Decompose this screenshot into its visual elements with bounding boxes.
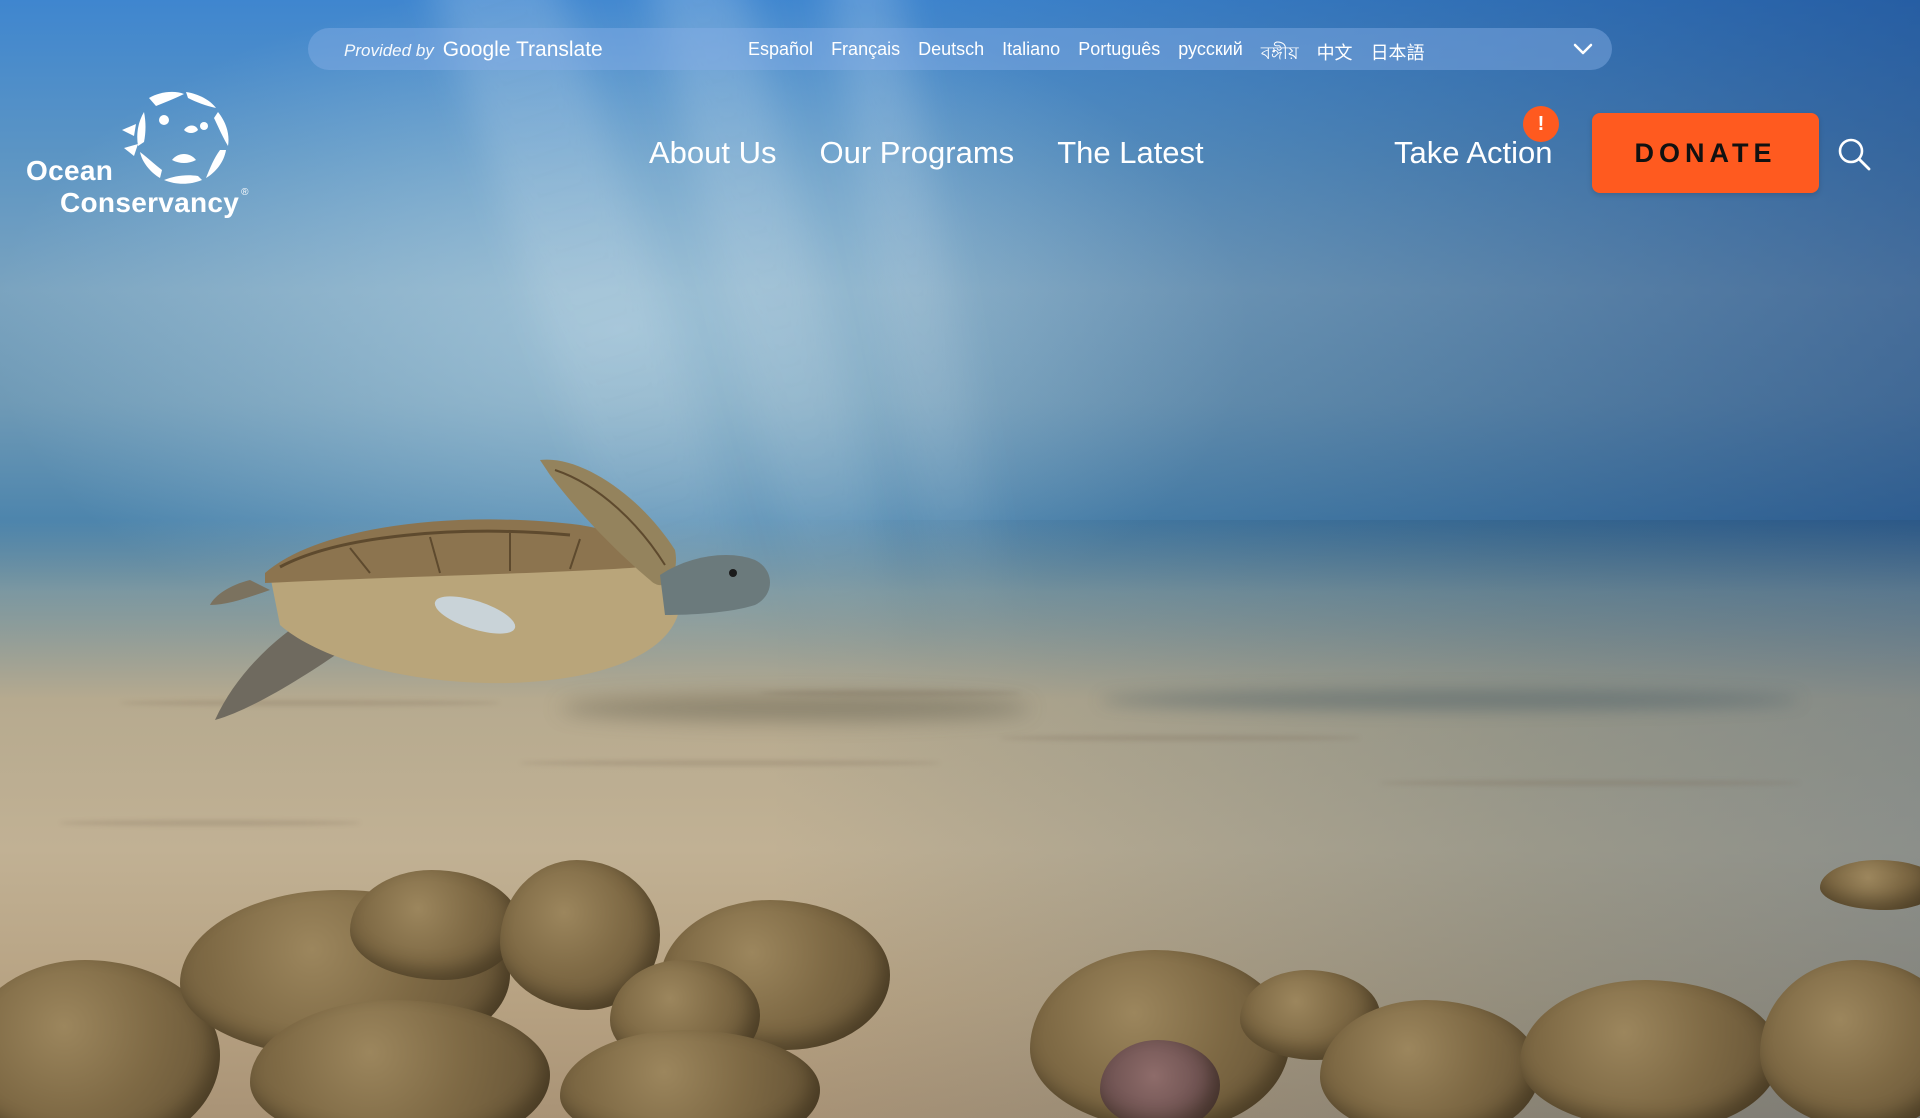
nav-item-take-action[interactable]: Take Action [1394,135,1553,171]
language-list: Español Français Deutsch Italiano Portug… [748,39,1443,70]
nav-item-about-us[interactable]: About Us [649,135,777,171]
google-translate-label[interactable]: Google Translate [443,38,603,61]
coral-rock [350,870,520,980]
sea-creatures-circle-icon [122,91,229,184]
logo-text-ocean: Ocean [26,155,114,186]
nav-item-our-programs[interactable]: Our Programs [820,135,1015,171]
registered-mark: ® [241,187,249,198]
logo-text-conservancy-label: Conservancy [60,187,240,218]
take-action-alert-badge: ! [1523,106,1559,142]
translate-attribution: Provided by Google Translate [344,38,603,62]
chevron-down-icon[interactable] [1572,40,1594,58]
nav-item-the-latest[interactable]: The Latest [1057,135,1203,171]
ocean-conservancy-logo[interactable]: Ocean Conservancy ® [26,90,249,220]
donate-button[interactable]: DONATE [1592,113,1819,193]
main-navigation: About Us Our Programs The Latest [649,135,1247,171]
sand-ripple [520,760,940,766]
sea-turtle-image [210,459,770,720]
language-link-russian[interactable]: русский [1178,39,1243,70]
provided-by-label: Provided by [344,41,434,60]
language-link-portuguese[interactable]: Português [1078,39,1160,70]
sand-ripple [60,820,360,826]
language-link-japanese[interactable]: 日本語 [1371,39,1425,70]
language-link-german[interactable]: Deutsch [918,39,984,70]
language-link-french[interactable]: Français [831,39,900,70]
search-icon[interactable] [1836,136,1872,172]
logo-text-conservancy: Conservancy ® [60,187,249,219]
translate-bar: Provided by Google Translate Español Fra… [308,28,1612,70]
distant-rock-shadow [1100,690,1800,710]
language-link-bengali[interactable]: বঙ্গীয় [1261,39,1299,70]
language-link-italian[interactable]: Italiano [1002,39,1060,70]
homepage: Provided by Google Translate Español Fra… [0,0,1920,1118]
sand-ripple [1000,735,1360,741]
language-link-spanish[interactable]: Español [748,39,813,70]
language-link-chinese[interactable]: 中文 [1317,39,1353,70]
sand-ripple [1380,780,1800,786]
